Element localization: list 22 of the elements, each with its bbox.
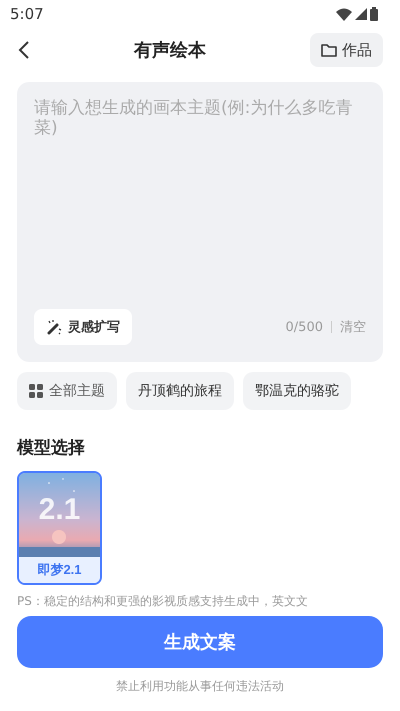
status-time: 5:07 (10, 5, 44, 23)
topic-input-field[interactable]: 请输入想生成的画本主题(例:为什么多吃青菜) (34, 98, 366, 158)
works-button[interactable]: 作品 (310, 33, 383, 67)
inspiration-expand-button[interactable]: 灵感扩写 (34, 309, 132, 345)
generate-button[interactable]: 生成文案 (17, 616, 383, 668)
section-title: 模型选择 (17, 437, 86, 459)
topic-chip[interactable]: 鄂温克的骆驼 (243, 372, 351, 410)
back-icon[interactable] (18, 40, 30, 60)
thumbnail-text: 2.1 (38, 493, 82, 527)
disclaimer-text: 禁止利用功能从事任何违法活动 (115, 678, 285, 695)
signal-icon (355, 8, 367, 20)
grid-icon (29, 384, 43, 398)
model-card[interactable]: 2.1 即梦2.1 (17, 471, 102, 585)
battery-icon (370, 7, 378, 21)
topic-chip[interactable]: 全部主题 (17, 372, 117, 410)
model-note: PS：稳定的结构和更强的影视质感支持生成中，英文文 (17, 593, 309, 610)
folder-icon (321, 43, 337, 57)
magic-wand-icon (46, 319, 62, 335)
character-counter: 0/500 (286, 320, 323, 334)
wifi-icon (336, 8, 352, 20)
topic-chip[interactable]: 丹顶鹤的旅程 (126, 372, 234, 410)
page-title: 有声绘本 (134, 39, 206, 62)
